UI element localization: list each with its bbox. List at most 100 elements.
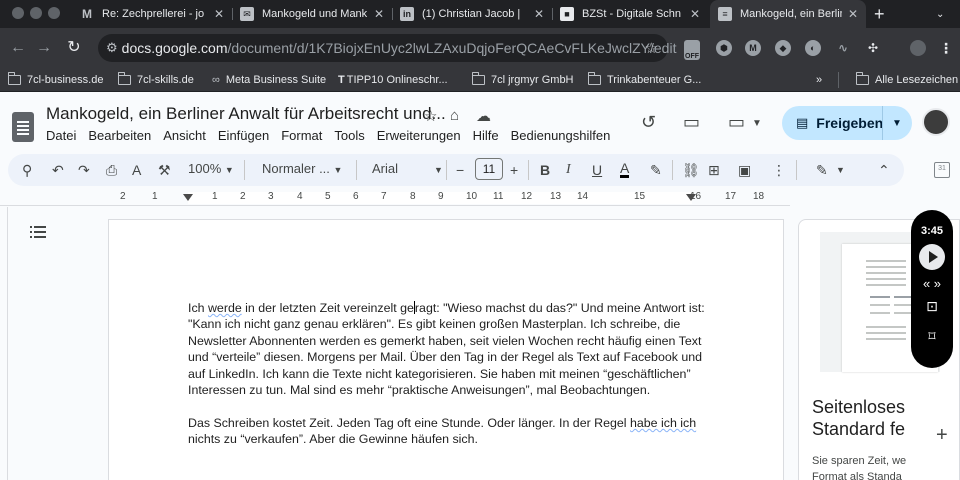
underline-icon[interactable]: U (592, 162, 602, 178)
meet-video-icon[interactable]: ▭ (728, 112, 745, 133)
profile-avatar[interactable] (910, 40, 926, 56)
font-size-input[interactable]: 11 (475, 158, 503, 180)
paint-format-icon[interactable]: ⚒ (158, 162, 171, 178)
chevron-down-icon[interactable]: ▼ (752, 118, 762, 129)
bookmark-folder[interactable]: Trinkabenteuer G... (587, 72, 701, 88)
extension-shield-icon[interactable]: ⬢ (716, 40, 732, 56)
left-indent-marker[interactable] (183, 194, 193, 201)
menu-datei[interactable]: Datei (46, 128, 76, 143)
play-icon[interactable] (919, 244, 945, 270)
extension-audio-icon[interactable]: ∿ (835, 40, 851, 56)
highlight-icon[interactable]: ✎ (650, 162, 662, 178)
font-select[interactable]: Arial ▼ (372, 161, 443, 176)
extensions-puzzle-icon[interactable]: ✣ (865, 40, 881, 56)
menu-hilfe[interactable]: Hilfe (473, 128, 499, 143)
forward-arrow-icon[interactable]: → (34, 38, 54, 58)
docs-icon: ≡ (718, 7, 732, 21)
close-tab-icon[interactable]: ✕ (374, 7, 384, 21)
minimize-window-button[interactable] (30, 7, 42, 19)
insert-comment-icon[interactable]: ⊞ (708, 162, 720, 178)
italic-icon[interactable]: I (566, 162, 571, 178)
ruler-number: 2 (120, 191, 126, 202)
bookmark-star-icon[interactable]: ☆ (645, 39, 658, 57)
zoom-select[interactable]: 100% ▼ (188, 161, 234, 176)
insert-link-icon[interactable]: ⛓ (682, 162, 700, 178)
menu-tools[interactable]: Tools (334, 128, 364, 143)
bookmark-add-icon[interactable]: ⌑ (911, 328, 953, 345)
browser-tab-docs-active[interactable]: ≡ Mankogeld, ein Berlin ✕ (710, 0, 866, 28)
move-folder-icon[interactable]: ⌂ (450, 107, 459, 124)
document-title[interactable]: Mankogeld, ein Berliner Anwalt für Arbei… (46, 104, 446, 124)
browser-menu-icon[interactable]: ⋮ (938, 40, 954, 56)
calendar-icon[interactable]: 31 (934, 162, 950, 178)
bookmark-folder[interactable]: 7cl jrgmyr GmbH (471, 72, 574, 88)
menu-bearbeiten[interactable]: Bearbeiten (88, 128, 151, 143)
insert-image-icon[interactable]: ▣ (738, 162, 751, 178)
bookmarks-overflow-button[interactable]: » (816, 72, 822, 88)
spellcheck-icon[interactable]: A (132, 162, 141, 178)
docs-logo-icon[interactable] (12, 112, 34, 142)
extension-off-icon[interactable]: OFF (684, 40, 700, 60)
version-history-icon[interactable]: ↺ (641, 112, 656, 133)
close-tab-icon[interactable]: ✕ (690, 7, 700, 21)
add-ons-plus-icon[interactable]: + (936, 424, 948, 447)
extension-m-icon[interactable]: M (745, 40, 761, 56)
bzst-icon: ■ (560, 7, 574, 21)
document-outline-icon[interactable] (30, 226, 46, 240)
omnibox[interactable]: ⚙ docs.google.com/document/d/1K7BiojxEnU… (98, 34, 676, 62)
menu-einfuegen[interactable]: Einfügen (218, 128, 269, 143)
menu-ansicht[interactable]: Ansicht (163, 128, 206, 143)
comments-icon[interactable]: ▭ (683, 112, 700, 133)
search-menus-icon[interactable]: ⚲ (22, 162, 32, 178)
collapse-arrows-icon[interactable]: « » (911, 276, 953, 291)
back-arrow-icon[interactable]: ← (8, 38, 28, 58)
decrease-font-size-icon[interactable]: − (456, 162, 464, 178)
increase-font-size-icon[interactable]: + (510, 162, 518, 178)
close-window-button[interactable] (12, 7, 24, 19)
close-tab-icon[interactable]: ✕ (534, 7, 544, 21)
paragraph-style-select[interactable]: Normaler ... ▼ (262, 161, 342, 176)
document-body[interactable]: Ich werde in der letzten Zeit vereinzelt… (188, 300, 708, 464)
browser-tab-gmail[interactable]: M Re: Zechprellerei - jo ✕ (72, 0, 232, 28)
ruler-number: 8 (410, 191, 416, 202)
browser-tab-mail[interactable]: ✉ Mankogeld und Mank ✕ (232, 0, 392, 28)
all-bookmarks-folder[interactable]: Alle Lesezeichen (855, 72, 958, 88)
tab-search-chevron-icon[interactable]: ⌄ (930, 0, 954, 28)
screenshot-icon[interactable]: ⊡ (911, 298, 953, 315)
extension-moon-icon[interactable]: ◐ (805, 40, 821, 56)
menu-erweiterungen[interactable]: Erweiterungen (377, 128, 461, 143)
right-indent-marker[interactable] (686, 194, 696, 201)
maximize-window-button[interactable] (48, 7, 60, 19)
new-tab-button[interactable]: + (870, 0, 894, 28)
star-icon[interactable]: ☆ (424, 107, 437, 125)
bookmark-folder[interactable]: 7cl-skills.de (117, 72, 194, 88)
user-avatar[interactable] (922, 108, 950, 136)
more-options-icon[interactable]: ⋮ (772, 162, 786, 178)
chevron-down-icon[interactable]: ▼ (836, 162, 845, 178)
menu-bedienungshilfen[interactable]: Bedienungshilfen (511, 128, 611, 143)
browser-tab-linkedin[interactable]: in (1) Christian Jacob | ✕ (392, 0, 552, 28)
bookmark-link[interactable]: T TIPP10 Onlineschr... (338, 72, 448, 88)
browser-tab-bzst[interactable]: ■ BZSt - Digitale Schn ✕ (552, 0, 708, 28)
text-color-icon[interactable]: A (620, 161, 630, 178)
close-tab-icon[interactable]: ✕ (214, 7, 224, 21)
reload-icon[interactable]: ↻ (64, 38, 84, 58)
share-dropdown-icon[interactable]: ▼ (892, 118, 902, 129)
undo-icon[interactable]: ↶ (52, 162, 64, 178)
collapse-menus-icon[interactable]: ⌃ (878, 162, 890, 178)
menu-format[interactable]: Format (281, 128, 322, 143)
close-tab-icon[interactable]: ✕ (848, 7, 858, 21)
grammar-suggestion-phrase[interactable]: habe ich ich (630, 416, 696, 430)
cloud-saved-icon[interactable]: ☁ (476, 107, 491, 125)
redo-icon[interactable]: ↷ (78, 162, 90, 178)
editing-mode-icon[interactable]: ✎ (816, 162, 828, 178)
site-info-icon[interactable]: ⚙ (106, 40, 118, 56)
promo-title: Seitenloses Standard fe (812, 396, 905, 440)
grammar-suggestion-word[interactable]: werde (208, 301, 242, 315)
bookmark-folder[interactable]: 7cl-business.de (7, 72, 103, 88)
share-button[interactable]: ▤ Freigeben ▼ (782, 106, 912, 140)
bookmark-link[interactable]: ∞ Meta Business Suite (212, 72, 326, 88)
extension-badge-icon[interactable]: ◆ (775, 40, 791, 56)
print-icon[interactable]: ⎙ (106, 162, 117, 178)
bold-icon[interactable]: B (540, 162, 550, 178)
